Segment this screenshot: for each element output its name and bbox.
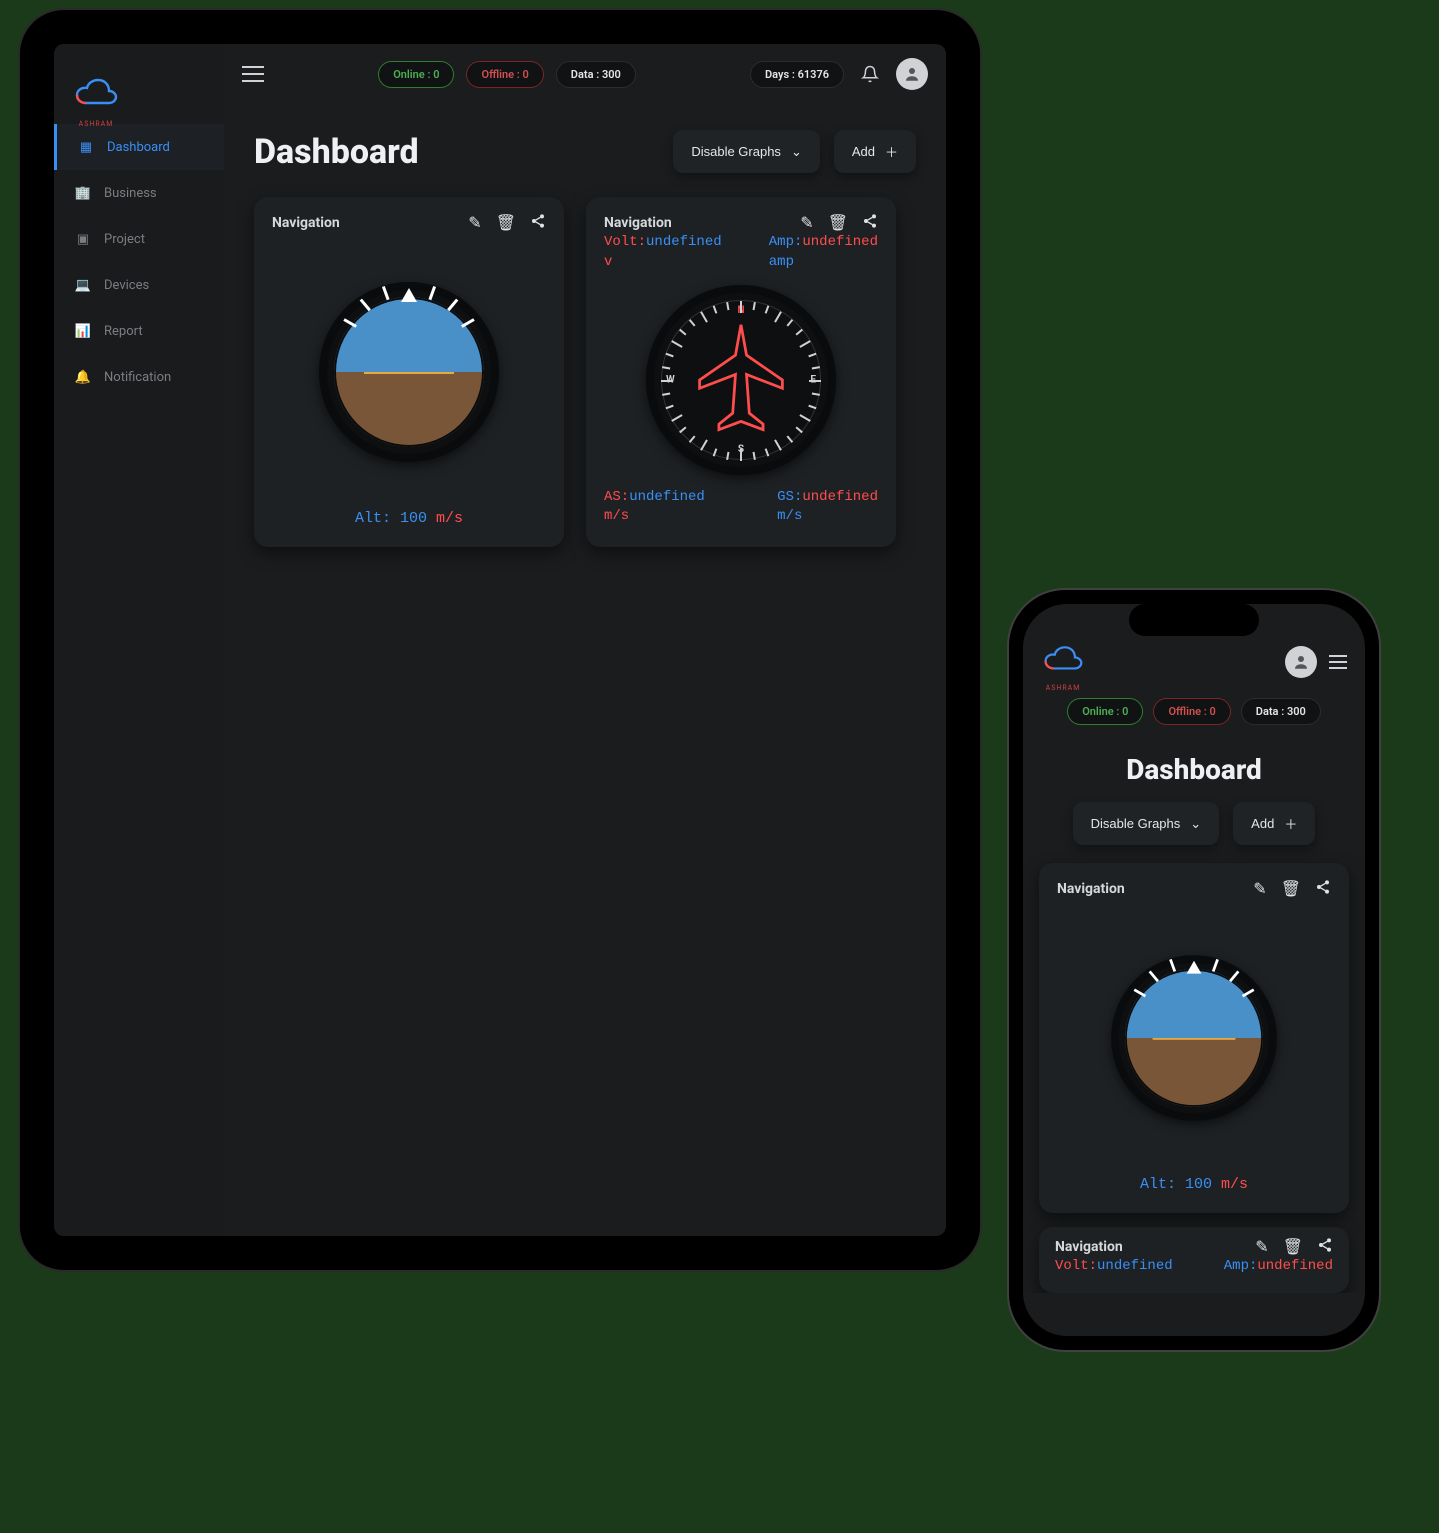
chevron-down-icon: ⌄ (1190, 816, 1201, 832)
add-button[interactable]: Add ＋ (834, 130, 916, 173)
volt-label: Volt: (604, 234, 646, 250)
edit-icon[interactable]: ✎ (1255, 1237, 1268, 1257)
main-content: Dashboard Disable Graphs ⌄ Add ＋ (224, 104, 946, 1236)
brand-name: ASHRAM (72, 120, 120, 128)
card-title: Navigation (272, 215, 340, 231)
sidebar-item-label: Project (104, 232, 145, 247)
groundspeed-unit: m/s (777, 507, 878, 527)
altitude-unit: m/s (1221, 1176, 1248, 1193)
volt-unit: v (604, 253, 722, 273)
card-compass: Navigation ✎ 🗑 Volt:undefin (586, 197, 896, 547)
sidebar-item-dashboard[interactable]: ▦ Dashboard (54, 124, 224, 170)
building-icon: 🏢 (74, 184, 92, 202)
chevron-down-icon: ⌄ (791, 144, 802, 160)
page-title: Dashboard (254, 132, 419, 172)
share-icon[interactable] (1317, 1237, 1333, 1257)
plus-icon: ＋ (885, 142, 898, 161)
card-attitude: Navigation ✎ 🗑 (1039, 863, 1349, 1213)
sidebar-item-label: Notification (104, 370, 171, 385)
user-avatar[interactable] (1285, 646, 1317, 678)
altitude-value: 100 (400, 510, 436, 527)
phone-notch (1129, 604, 1259, 636)
status-offline-pill: Offline : 0 (1153, 698, 1230, 725)
sidebar-item-label: Report (104, 324, 143, 339)
plus-icon: ＋ (1284, 814, 1297, 833)
disable-graphs-button[interactable]: Disable Graphs ⌄ (1073, 802, 1220, 845)
notifications-button[interactable] (856, 60, 884, 88)
heading-indicator: N S W E (646, 285, 836, 475)
phone-status-row: Online : 0 Offline : 0 Data : 300 (1023, 694, 1365, 735)
card-title: Navigation (1057, 881, 1125, 897)
amp-label: Amp: (769, 234, 803, 250)
delete-icon[interactable]: 🗑 (1281, 879, 1301, 899)
status-data-pill: Data : 300 (1241, 698, 1321, 725)
project-icon: ▣ (74, 230, 92, 248)
tablet-screen: ASHRAM ▦ Dashboard 🏢 Business ▣ Project … (54, 44, 946, 1236)
edit-icon[interactable]: ✎ (1253, 879, 1266, 899)
sidebar-item-label: Dashboard (107, 140, 170, 155)
card-attitude: Navigation ✎ 🗑 (254, 197, 564, 547)
attitude-indicator (1111, 955, 1277, 1121)
app-logo: ASHRAM (72, 76, 120, 116)
phone-main: Dashboard Disable Graphs ⌄ Add ＋ Navigat… (1023, 735, 1365, 1293)
report-icon: 📊 (74, 322, 92, 340)
main-header: Dashboard Disable Graphs ⌄ Add ＋ (254, 130, 916, 173)
topbar: Online : 0 Offline : 0 Data : 300 Days :… (224, 44, 946, 104)
user-avatar[interactable] (896, 58, 928, 90)
volt-value: undefined (646, 234, 722, 250)
brand-name: ASHRAM (1041, 684, 1085, 692)
edit-icon[interactable]: ✎ (468, 213, 481, 233)
disable-graphs-button[interactable]: Disable Graphs ⌄ (673, 130, 820, 173)
groundspeed-value: undefined (802, 489, 878, 505)
delete-icon[interactable]: 🗑 (1283, 1237, 1303, 1257)
sidebar-item-devices[interactable]: 💻 Devices (54, 262, 224, 308)
airspeed-label: AS: (604, 489, 629, 505)
altitude-unit: m/s (436, 510, 463, 527)
altitude-value: 100 (1185, 1176, 1221, 1193)
airspeed-value: undefined (629, 489, 705, 505)
sidebar-toggle[interactable] (242, 66, 264, 82)
amp-unit: amp (769, 253, 878, 273)
card-compass: Navigation ✎ 🗑 Volt:undefined Amp:undefi… (1039, 1227, 1349, 1293)
airspeed-unit: m/s (604, 507, 705, 527)
altitude-label: Alt: (355, 510, 400, 527)
devices-icon: 💻 (74, 276, 92, 294)
sidebar-item-report[interactable]: 📊 Report (54, 308, 224, 354)
status-offline-pill: Offline : 0 (466, 61, 543, 88)
sidebar-item-business[interactable]: 🏢 Business (54, 170, 224, 216)
phone-screen: ASHRAM Online : 0 Offline : 0 Data : 300… (1023, 604, 1365, 1336)
page-title: Dashboard (1039, 753, 1349, 786)
groundspeed-label: GS: (777, 489, 802, 505)
card-title: Navigation (1055, 1239, 1123, 1255)
share-icon[interactable] (1315, 879, 1331, 899)
phone-device-frame: ASHRAM Online : 0 Offline : 0 Data : 300… (1009, 590, 1379, 1350)
sidebar: ASHRAM ▦ Dashboard 🏢 Business ▣ Project … (54, 44, 224, 1236)
menu-toggle[interactable] (1329, 655, 1347, 669)
status-online-pill: Online : 0 (1067, 698, 1143, 725)
grid-icon: ▦ (77, 138, 95, 156)
edit-icon[interactable]: ✎ (800, 213, 813, 233)
bell-icon: 🔔 (74, 368, 92, 386)
app-logo: ASHRAM (1041, 644, 1085, 680)
attitude-indicator (319, 282, 499, 462)
status-online-pill: Online : 0 (378, 61, 454, 88)
status-data-pill: Data : 300 (556, 61, 636, 88)
status-days-pill: Days : 61376 (750, 61, 844, 88)
share-icon[interactable] (862, 213, 878, 233)
tablet-device-frame: ASHRAM ▦ Dashboard 🏢 Business ▣ Project … (20, 10, 980, 1270)
delete-icon[interactable]: 🗑 (828, 213, 848, 233)
delete-icon[interactable]: 🗑 (496, 213, 516, 233)
sidebar-item-label: Business (104, 186, 157, 201)
card-title: Navigation (604, 215, 672, 231)
altitude-label: Alt: (1140, 1176, 1185, 1193)
sidebar-item-notification[interactable]: 🔔 Notification (54, 354, 224, 400)
sidebar-item-label: Devices (104, 278, 149, 293)
amp-value: undefined (802, 234, 878, 250)
sidebar-item-project[interactable]: ▣ Project (54, 216, 224, 262)
share-icon[interactable] (530, 213, 546, 233)
add-button[interactable]: Add ＋ (1233, 802, 1315, 845)
sidebar-top: ASHRAM (54, 62, 224, 124)
